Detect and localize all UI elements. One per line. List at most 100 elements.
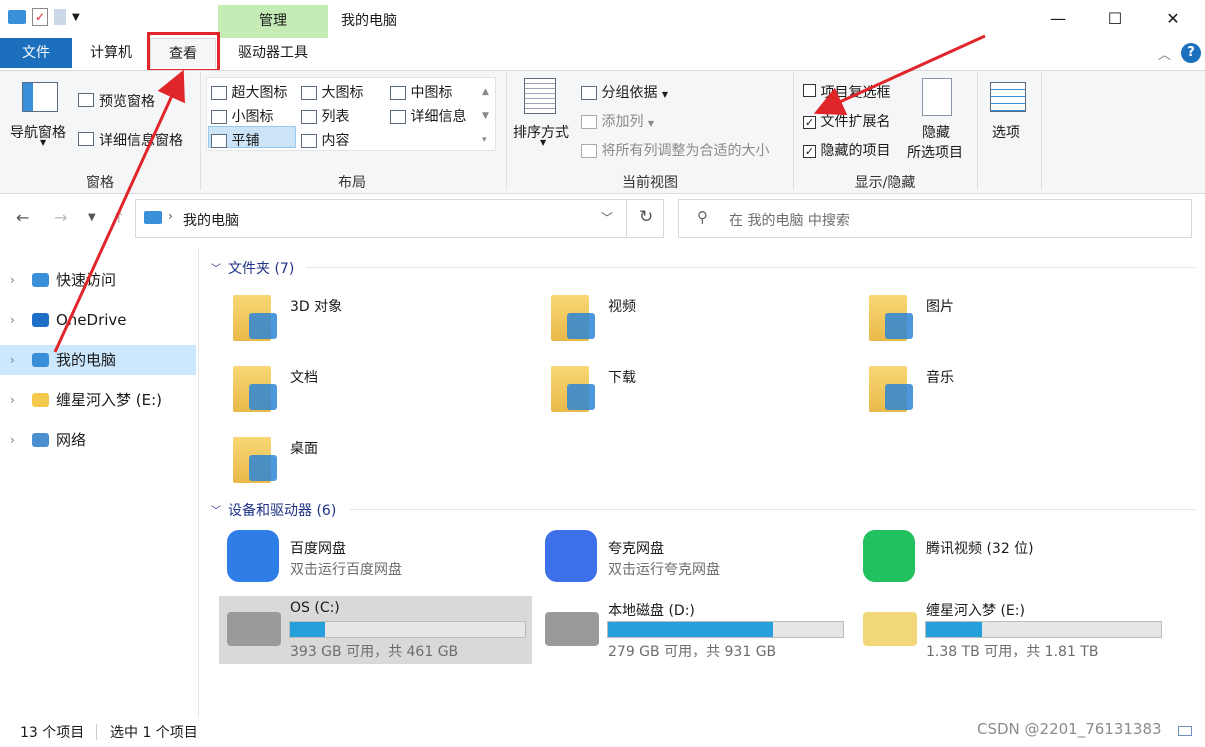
- annotation-highlight-box: [147, 32, 220, 72]
- expand-chevron-icon[interactable]: ›: [10, 345, 15, 375]
- drive-item[interactable]: 缠星河入梦 (E:) 1.38 TB 可用，共 1.81 TB: [859, 598, 1164, 662]
- group-label-current-view: 当前视图: [622, 175, 678, 191]
- sidebar-item[interactable]: › 我的电脑: [0, 345, 196, 375]
- divider: [977, 72, 978, 190]
- collapse-chevron-icon[interactable]: ﹀: [211, 502, 221, 517]
- sidebar-item[interactable]: › 快速访问: [0, 265, 196, 295]
- layout-details[interactable]: 详细信息: [410, 109, 466, 125]
- address-bar[interactable]: › 我的电脑 ﹀ ↻: [135, 199, 664, 238]
- drive-space-info: 393 GB 可用，共 461 GB: [290, 644, 459, 660]
- layout-tiles[interactable]: 平铺: [231, 133, 259, 149]
- breadcrumb-chevron-icon[interactable]: ›: [168, 209, 173, 223]
- file-extensions-checkbox[interactable]: ✓: [803, 116, 816, 129]
- layout-list[interactable]: 列表: [321, 109, 349, 125]
- folder-item[interactable]: 视频: [551, 293, 851, 349]
- maximize-button[interactable]: ☐: [1087, 0, 1143, 38]
- manage-tab[interactable]: 管理: [218, 5, 328, 38]
- sidebar-item-label: 我的电脑: [56, 351, 117, 369]
- group-by-button[interactable]: 分组依据: [601, 85, 657, 101]
- sidebar-item[interactable]: › 网络: [0, 425, 196, 455]
- folder-item[interactable]: 文档: [233, 364, 533, 420]
- recent-locations-icon[interactable]: ▼: [88, 212, 96, 223]
- customize-qat-icon[interactable]: ▼: [72, 12, 80, 23]
- hide-selected-label-2[interactable]: 所选项目: [907, 142, 963, 162]
- app-subtitle: 双击运行百度网盘: [290, 562, 402, 578]
- item-checkboxes-checkbox[interactable]: [803, 84, 816, 97]
- search-box[interactable]: ⚲ 在 我的电脑 中搜索: [678, 199, 1192, 238]
- large-icons-icon: [301, 86, 317, 100]
- gallery-scroll-icon[interactable]: ▲ ▼ ▾: [482, 80, 489, 152]
- close-button[interactable]: ✕: [1145, 0, 1201, 38]
- group-by-icon: [581, 86, 597, 100]
- search-icon: ⚲: [697, 208, 708, 226]
- collapse-chevron-icon[interactable]: ﹀: [211, 260, 221, 275]
- new-folder-icon[interactable]: [54, 9, 66, 25]
- up-button[interactable]: ↑: [112, 208, 125, 227]
- preview-pane-button[interactable]: 预览窗格: [99, 91, 155, 111]
- devices-header[interactable]: 设备和驱动器 (6): [228, 500, 336, 520]
- drive-usage-bar: [289, 621, 526, 638]
- folder-item[interactable]: 图片: [869, 293, 1169, 349]
- watermark: CSDN @2201_76131383: [977, 720, 1162, 738]
- hide-selected-label-1[interactable]: 隐藏: [922, 122, 950, 142]
- layout-small[interactable]: 小图标: [231, 109, 273, 125]
- add-column-icon: [581, 115, 597, 129]
- folder-name: 音乐: [926, 370, 954, 386]
- layout-content[interactable]: 内容: [321, 133, 349, 149]
- expand-chevron-icon[interactable]: ›: [10, 425, 15, 455]
- app-item[interactable]: 百度网盘 双击运行百度网盘: [223, 528, 533, 588]
- minimize-button[interactable]: —: [1030, 0, 1086, 38]
- app-item[interactable]: 夸克网盘 双击运行夸克网盘: [541, 528, 851, 588]
- folders-header[interactable]: 文件夹 (7): [228, 258, 294, 278]
- search-input[interactable]: 在 我的电脑 中搜索: [729, 210, 850, 230]
- tab-file[interactable]: 文件: [0, 38, 72, 68]
- app-subtitle: 双击运行夸克网盘: [608, 562, 720, 578]
- download-icon: [567, 384, 595, 410]
- film-icon: [567, 313, 595, 339]
- folder-item[interactable]: 桌面: [233, 435, 533, 491]
- options-button[interactable]: 选项: [992, 122, 1020, 142]
- refresh-icon[interactable]: ↻: [639, 207, 653, 227]
- address-dropdown-icon[interactable]: ﹀: [601, 209, 613, 226]
- drive-space-info: 1.38 TB 可用，共 1.81 TB: [926, 644, 1099, 660]
- group-label-layout: 布局: [338, 175, 366, 191]
- hidden-items-checkbox[interactable]: ✓: [803, 145, 816, 158]
- divider: [96, 724, 97, 740]
- tab-drive-tools[interactable]: 驱动器工具: [222, 38, 324, 68]
- back-button[interactable]: ←: [16, 208, 29, 227]
- sidebar-item[interactable]: › OneDrive: [0, 305, 196, 335]
- properties-icon[interactable]: ✓: [32, 8, 48, 26]
- details-pane-button[interactable]: 详细信息窗格: [99, 130, 183, 150]
- drive-item[interactable]: 本地磁盘 (D:) 279 GB 可用，共 931 GB: [541, 598, 846, 662]
- drive-name: 本地磁盘 (D:): [608, 603, 695, 619]
- options-icon: [990, 82, 1026, 112]
- folder-item[interactable]: 3D 对象: [233, 293, 533, 349]
- expand-chevron-icon[interactable]: ›: [10, 385, 15, 415]
- layout-medium[interactable]: 中图标: [410, 85, 452, 101]
- tab-computer[interactable]: 计算机: [76, 38, 146, 68]
- forward-button[interactable]: →: [54, 208, 67, 227]
- add-column-button[interactable]: 添加列: [601, 114, 643, 130]
- breadcrumb[interactable]: 我的电脑: [183, 210, 239, 230]
- expand-chevron-icon[interactable]: ›: [10, 305, 15, 335]
- collapse-ribbon-icon[interactable]: ︿: [1158, 44, 1171, 63]
- preview-pane-icon: [78, 92, 94, 108]
- computer-icon: [32, 353, 49, 367]
- details-pane-icon: [78, 131, 94, 147]
- small-icons-icon: [211, 110, 227, 124]
- folder-item[interactable]: 下载: [551, 364, 851, 420]
- sidebar-item[interactable]: › 缠星河入梦 (E:): [0, 385, 196, 415]
- help-icon[interactable]: ?: [1181, 43, 1201, 63]
- details-icon: [390, 110, 406, 124]
- drive-usage-bar: [607, 621, 844, 638]
- music-icon: [885, 384, 913, 410]
- app-item[interactable]: 腾讯视频 (32 位): [859, 528, 1169, 588]
- layout-large[interactable]: 大图标: [321, 85, 363, 101]
- nav-pane-button[interactable]: 导航窗格: [10, 122, 66, 142]
- layout-extra-large[interactable]: 超大图标: [231, 85, 287, 101]
- details-view-toggle-icon[interactable]: [1178, 726, 1192, 736]
- expand-chevron-icon[interactable]: ›: [10, 265, 15, 295]
- fit-columns-button[interactable]: 将所有列调整为合适的大小: [601, 143, 769, 159]
- folder-item[interactable]: 音乐: [869, 364, 1169, 420]
- drive-item[interactable]: OS (C:) 393 GB 可用，共 461 GB: [223, 598, 528, 662]
